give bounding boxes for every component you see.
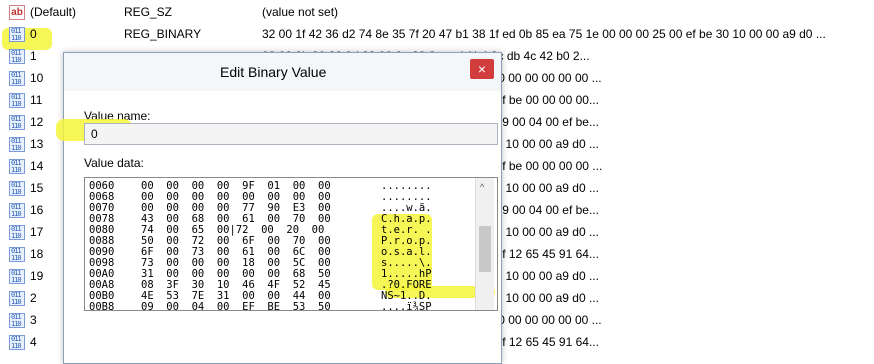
binary-value-icon: 011 110 (9, 159, 25, 174)
value-name-field[interactable]: 0 (84, 123, 498, 145)
close-button[interactable]: × (470, 59, 494, 79)
registry-value-name: 11 (30, 93, 43, 107)
value-data-label: Value data: (84, 156, 144, 170)
registry-value-name: 13 (30, 137, 44, 151)
hex-scrollbar[interactable]: ^ (475, 178, 494, 310)
registry-value-name: 0 (30, 27, 37, 41)
close-icon: × (477, 61, 487, 77)
value-name-text: 0 (91, 127, 98, 141)
binary-value-icon: 011 110 (9, 49, 25, 64)
hex-editor[interactable]: 0060 00 00 00 00 9F 01 00 00........ 0068 0… (84, 177, 498, 311)
hex-ascii: ....ï¾SP (381, 301, 432, 311)
registry-value-name: 17 (30, 225, 44, 239)
registry-value-name: 14 (30, 159, 44, 173)
binary-value-icon: 011 110 (9, 71, 25, 86)
binary-value-icon: 011 110 (9, 93, 25, 108)
registry-row[interactable]: ab (Default) REG_SZ (value not set) (0, 2, 874, 24)
scroll-thumb[interactable] (479, 226, 491, 272)
binary-value-icon: 011 110 (9, 335, 25, 350)
registry-row[interactable]: 011 110 0 REG_BINARY 32 00 1f 42 36 d2 74 8… (0, 24, 874, 46)
binary-value-icon: 011 110 (9, 225, 25, 240)
registry-value-name: 3 (30, 313, 37, 327)
registry-value-data: (value not set) (262, 5, 339, 19)
registry-value-name: 10 (30, 71, 44, 85)
registry-value-name: (Default) (30, 5, 77, 19)
hex-bytes: 09 00 04 00 EF BE 53 50 (141, 301, 331, 311)
binary-value-icon: 011 110 (9, 181, 25, 196)
string-value-icon: ab (9, 5, 25, 20)
registry-value-data: 32 00 1f 42 36 d2 74 8e 35 7f 20 47 b1 3… (262, 27, 826, 41)
registry-value-name: 19 (30, 269, 44, 283)
hex-addr: 00B8 (89, 301, 115, 311)
scroll-up-icon[interactable]: ^ (480, 182, 484, 192)
binary-value-icon: 011 110 (9, 203, 25, 218)
registry-value-name: 1 (30, 49, 37, 63)
registry-value-type: REG_SZ (124, 5, 173, 19)
registry-value-name: 15 (30, 181, 44, 195)
binary-value-icon: 011 110 (9, 269, 25, 284)
binary-value-icon: 011 110 (9, 137, 25, 152)
binary-value-icon: 011 110 (9, 247, 25, 262)
binary-value-icon: 011 110 (9, 27, 25, 42)
binary-value-icon: 011 110 (9, 115, 25, 130)
dialog-title: Edit Binary Value (220, 64, 327, 80)
registry-value-name: 18 (30, 247, 44, 261)
registry-value-type: REG_BINARY (124, 27, 202, 41)
binary-value-icon: 011 110 (9, 313, 25, 328)
registry-value-name: 12 (30, 115, 44, 129)
binary-value-icon: 011 110 (9, 291, 25, 306)
registry-value-name: 16 (30, 203, 44, 217)
edit-binary-value-dialog: Edit Binary Value × Value name: 0 Value … (56, 52, 502, 364)
dialog-title-bar[interactable]: Edit Binary Value × (64, 53, 501, 91)
registry-value-name: 2 (30, 291, 37, 305)
registry-value-name: 4 (30, 335, 37, 349)
